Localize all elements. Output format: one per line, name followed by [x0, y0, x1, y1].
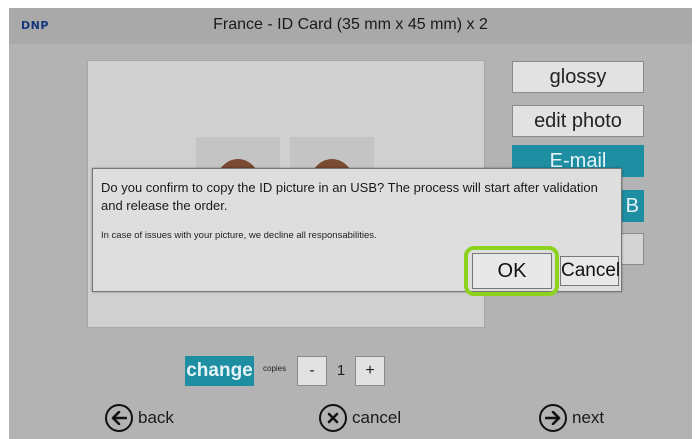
header-bar: DNP France - ID Card (35 mm x 45 mm) x 2 [9, 8, 692, 44]
close-icon [319, 404, 347, 432]
app-window: DNP France - ID Card (35 mm x 45 mm) x 2… [9, 8, 692, 439]
copies-count: 1 [336, 362, 346, 379]
dialog-disclaimer: In case of issues with your picture, we … [101, 230, 377, 241]
next-button[interactable]: next [539, 401, 604, 435]
cancel-button[interactable]: cancel [319, 401, 401, 435]
back-button[interactable]: back [105, 401, 174, 435]
glossy-button[interactable]: glossy [512, 61, 644, 93]
cancel-label: cancel [352, 408, 402, 427]
change-button[interactable]: change [185, 356, 254, 386]
increment-button[interactable]: + [355, 356, 385, 386]
dialog-cancel-button[interactable]: Cancel [560, 256, 620, 286]
arrow-left-icon [105, 404, 133, 432]
copies-label: copies [263, 364, 287, 373]
page-title: France - ID Card (35 mm x 45 mm) x 2 [213, 16, 488, 33]
ok-button[interactable]: OK [472, 253, 552, 289]
next-label: next [572, 408, 605, 427]
arrow-right-icon [539, 404, 567, 432]
dialog-message: Do you confirm to copy the ID picture in… [101, 180, 598, 213]
edit-photo-button[interactable]: edit photo [512, 105, 644, 137]
decrement-button[interactable]: - [297, 356, 327, 386]
back-label: back [138, 408, 174, 427]
screen: DNP France - ID Card (35 mm x 45 mm) x 2… [0, 0, 697, 439]
